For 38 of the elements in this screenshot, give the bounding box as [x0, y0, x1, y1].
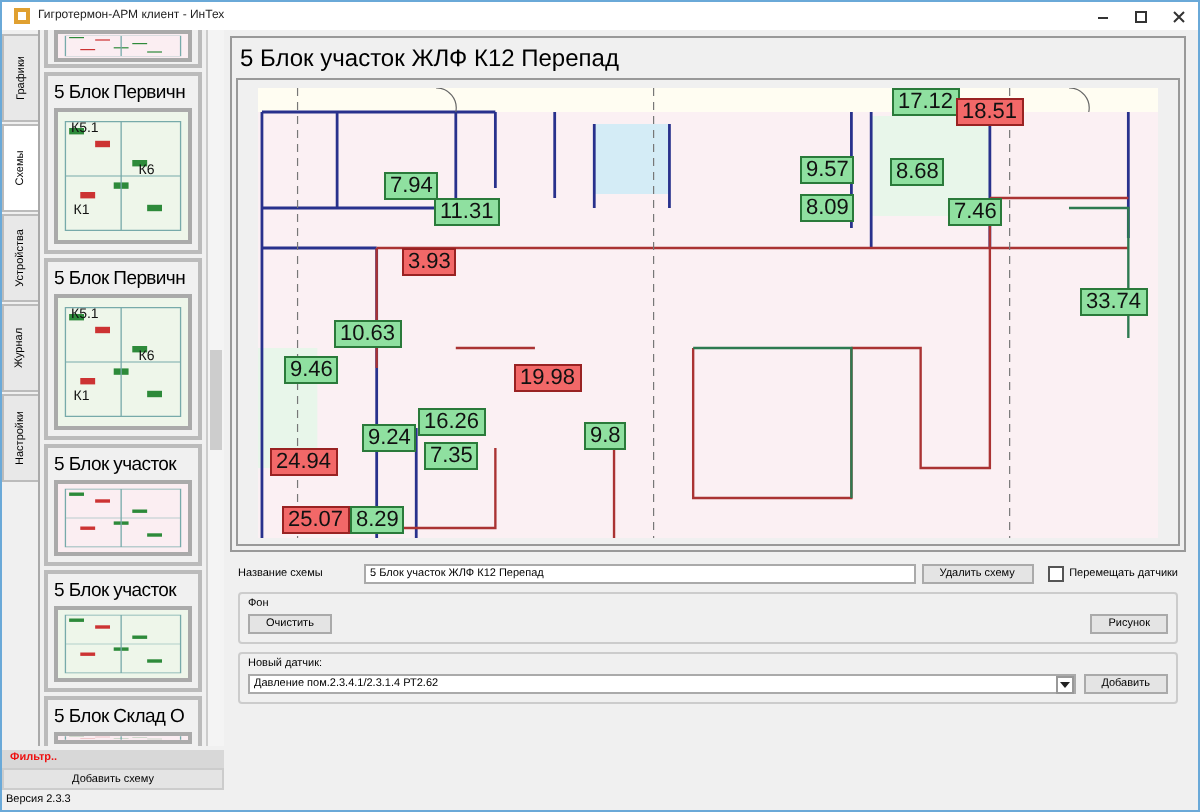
sensor-reading[interactable]: 9.8	[584, 422, 627, 450]
scheme-title: 5 Блок участок	[54, 580, 179, 602]
sensor-reading[interactable]: 8.09	[800, 194, 855, 222]
app-icon	[14, 8, 30, 24]
scheme-thumbnail	[54, 606, 192, 682]
sensor-reading[interactable]: 24.94	[270, 448, 338, 476]
scheme-title: 5 Блок участок	[54, 454, 179, 476]
scheme-title: 5 Блок участок ЖЛФ К12 Перепад	[238, 42, 621, 76]
sensor-reading[interactable]: 7.46	[948, 198, 1003, 226]
scheme-title: 5 Блок Склад О	[54, 706, 187, 728]
sensor-reading[interactable]: 3.93	[402, 248, 457, 276]
sensor-reading[interactable]: 25.07	[282, 506, 350, 534]
sensor-reading[interactable]: 9.57	[800, 156, 855, 184]
sensor-reading[interactable]: 9.46	[284, 356, 339, 384]
sensor-reading[interactable]: 18.51	[956, 98, 1024, 126]
scheme-thumbnail	[54, 480, 192, 556]
scheme-title: 5 Блок Первичн	[54, 82, 188, 104]
sensor-reading[interactable]: 9.24	[362, 424, 417, 452]
sensor-reading[interactable]: 7.94	[384, 172, 439, 200]
scheme-card[interactable]: 5 Блок Склад О	[44, 696, 202, 746]
sensor-reading[interactable]: 8.68	[890, 158, 945, 186]
scheme-card[interactable]: 5 Блок участок	[44, 570, 202, 692]
close-icon[interactable]	[1172, 9, 1186, 23]
maximize-icon[interactable]	[1134, 9, 1148, 23]
scheme-thumbnail	[54, 732, 192, 744]
checkbox[interactable]	[1047, 566, 1064, 582]
scrollbar[interactable]	[206, 30, 224, 746]
sensor-reading[interactable]: 19.98	[514, 364, 582, 392]
sensor-reading[interactable]: 8.29	[350, 506, 405, 534]
sensor-reading[interactable]: 33.74	[1080, 288, 1148, 316]
scheme-title: 5 Блок Первичн	[54, 268, 188, 290]
sensor-reading[interactable]: 10.63	[334, 320, 402, 348]
sensor-reading[interactable]: 16.26	[418, 408, 486, 436]
sensor-reading[interactable]: 17.12	[892, 88, 960, 116]
sensor-reading[interactable]: 11.31	[434, 198, 500, 226]
dropdown-icon[interactable]	[1055, 675, 1074, 693]
sensor-reading[interactable]: 7.35	[424, 442, 479, 470]
scheme-card[interactable]: 5 Блок участок	[44, 444, 202, 566]
